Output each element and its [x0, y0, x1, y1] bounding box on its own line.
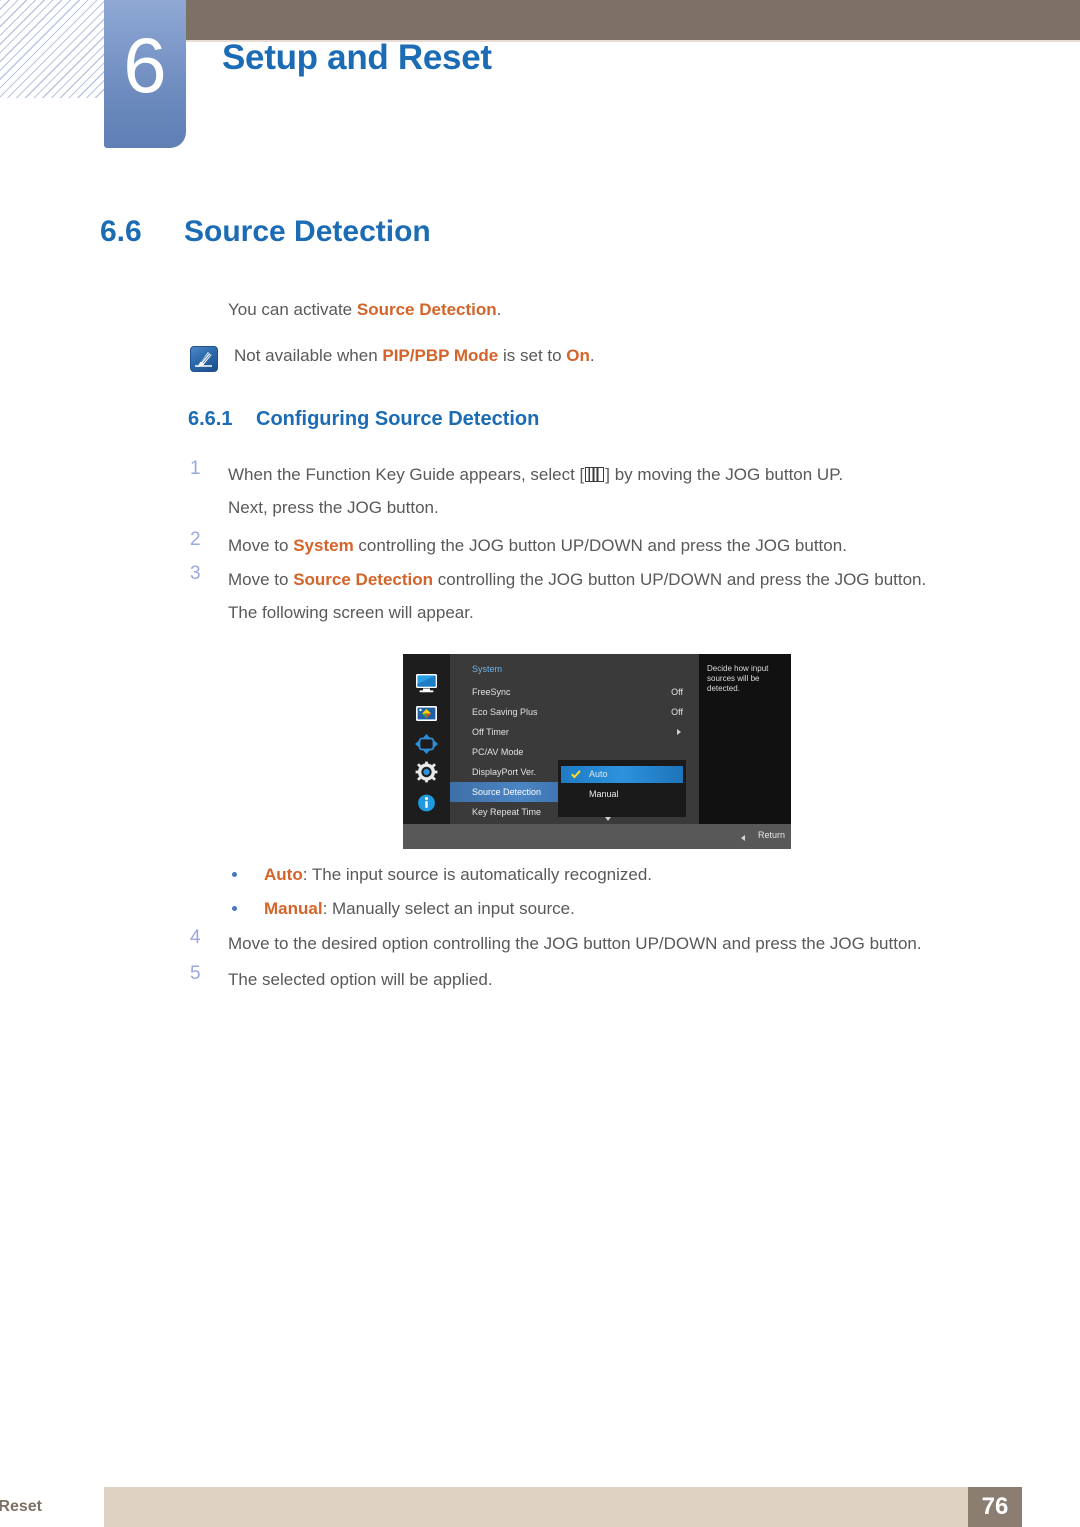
- picture-icon[interactable]: [414, 703, 439, 725]
- step-number: 3: [190, 563, 201, 584]
- section-heading: 6.6 Source Detection: [100, 215, 1000, 249]
- subsection-heading: 6.6.1 Configuring Source Detection: [188, 408, 539, 431]
- list-item: Auto: The input source is automatically …: [232, 863, 992, 887]
- step-item: 4 Move to the desired option controlling…: [190, 927, 990, 960]
- check-icon: [571, 770, 581, 779]
- osd-row-eco-saving-plus[interactable]: Eco Saving Plus Off: [450, 702, 699, 722]
- information-icon[interactable]: [414, 792, 439, 814]
- osd-row-value: Off: [671, 687, 683, 697]
- step2-suffix: controlling the JOG button UP/DOWN and p…: [353, 536, 847, 555]
- step1-prefix: When the Function Key Guide appears, sel…: [228, 465, 585, 484]
- footer-page-box: 76: [968, 1487, 1022, 1527]
- display-icon[interactable]: [414, 672, 439, 694]
- step-item: 1 When the Function Key Guide appears, s…: [190, 458, 990, 524]
- step2-highlight: System: [293, 536, 354, 555]
- osd-row-label: Source Detection: [472, 787, 542, 797]
- bullet-content: Auto: The input source is automatically …: [264, 865, 652, 884]
- osd-row-label: PC/AV Mode: [472, 747, 524, 757]
- osd-help-panel: Decide how input sources will be detecte…: [699, 654, 791, 824]
- osd-row-value: Off: [671, 707, 683, 717]
- note-highlight-pip: PIP/PBP Mode: [382, 346, 499, 365]
- intro-prefix: You can activate: [228, 300, 357, 319]
- system-gear-icon[interactable]: [414, 761, 439, 783]
- step-number: 4: [190, 927, 201, 948]
- note-suffix: .: [589, 346, 595, 365]
- step-item: 3 Move to Source Detection controlling t…: [190, 563, 990, 629]
- chapter-tab: 6: [104, 0, 186, 148]
- chapter-title: Setup and Reset: [222, 38, 492, 77]
- step3-suffix: controlling the JOG button UP/DOWN and p…: [433, 570, 927, 589]
- menu-key-icon: [585, 467, 605, 482]
- step-number: 1: [190, 458, 201, 479]
- osd-submenu-option-manual[interactable]: Manual: [561, 786, 683, 803]
- list-item: Manual: Manually select an input source.: [232, 897, 992, 921]
- osd-submenu-label: Manual: [589, 789, 619, 799]
- step-item: 5 The selected option will be applied.: [190, 963, 990, 996]
- step-number: 5: [190, 963, 201, 984]
- bullet-content: Manual: Manually select an input source.: [264, 899, 575, 918]
- subsection-title: Configuring Source Detection: [256, 408, 540, 430]
- intro-highlight: Source Detection: [356, 300, 497, 319]
- subsection-number: 6.6.1: [188, 408, 233, 430]
- osd-row-label: Off Timer: [472, 727, 509, 737]
- header-hatch-pattern: [0, 0, 112, 98]
- step2-prefix: Move to: [228, 536, 294, 555]
- bullet-dot-icon: [232, 906, 237, 911]
- osd-submenu-label: Auto: [589, 769, 608, 779]
- step-line: Next, press the JOG button.: [228, 498, 439, 517]
- page-header: 6 Setup and Reset: [0, 0, 1080, 160]
- note-text: Not available when PIP/PBP Mode is set t…: [234, 344, 595, 368]
- osd-row-label: DisplayPort Ver.: [472, 767, 537, 777]
- note-pen-icon: [190, 346, 218, 372]
- section-number: 6.6: [100, 215, 142, 248]
- bullet-term: Manual: [264, 899, 323, 918]
- step-body: Move to System controlling the JOG butto…: [228, 529, 990, 562]
- note-middle: is set to: [498, 346, 567, 365]
- step-item: 2 Move to System controlling the JOG but…: [190, 529, 990, 562]
- step-number: 2: [190, 529, 201, 550]
- page-number: 76: [981, 1493, 1009, 1520]
- page-footer-bar: 6 Setup and Reset: [0, 1487, 1022, 1527]
- step-body: Move to the desired option controlling t…: [228, 934, 922, 953]
- chevron-right-icon: [677, 729, 681, 735]
- note-highlight-on: On: [566, 346, 590, 365]
- bullet-dot-icon: [232, 872, 237, 877]
- step-line: Move to Source Detection controlling the…: [228, 563, 990, 596]
- osd-row-label: Key Repeat Time: [472, 807, 542, 817]
- bullet-desc: : The input source is automatically reco…: [302, 865, 653, 884]
- section-title: Source Detection: [184, 215, 431, 248]
- osd-submenu-popup: Auto Manual: [558, 760, 686, 817]
- step-body: The selected option will be applied.: [228, 970, 493, 989]
- intro-suffix: .: [496, 300, 502, 319]
- osd-row-freesync[interactable]: FreeSync Off: [450, 682, 699, 702]
- osd-row-pc-av-mode[interactable]: PC/AV Mode: [450, 742, 699, 762]
- note-prefix: Not available when: [234, 346, 383, 365]
- step3-highlight: Source Detection: [293, 570, 434, 589]
- chapter-number: 6: [123, 21, 167, 109]
- step1-suffix: ] by moving the JOG button UP.: [605, 465, 844, 484]
- osd-row-label: Eco Saving Plus: [472, 707, 538, 717]
- footer-text: 6 Setup and Reset: [0, 1498, 42, 1515]
- osd-return-label[interactable]: Return: [758, 830, 785, 840]
- osd-help-text: Decide how input sources will be detecte…: [707, 664, 769, 693]
- step-body: When the Function Key Guide appears, sel…: [228, 458, 990, 524]
- bullet-desc: : Manually select an input source.: [322, 899, 575, 918]
- pip-icon[interactable]: [414, 733, 439, 755]
- osd-submenu-option-auto[interactable]: Auto: [561, 766, 683, 783]
- step-line: The following screen will appear.: [228, 603, 474, 622]
- osd-screenshot: System FreeSync Off Eco Saving Plus Off …: [403, 654, 791, 849]
- intro-paragraph: You can activate Source Detection.: [228, 298, 988, 322]
- step-line: When the Function Key Guide appears, sel…: [228, 458, 990, 491]
- osd-row-label: FreeSync: [472, 687, 511, 697]
- step-body: Move to Source Detection controlling the…: [228, 563, 990, 629]
- osd-footer-bar: Return: [403, 824, 791, 849]
- osd-menu-title: System: [472, 664, 503, 674]
- step3-prefix: Move to: [228, 570, 294, 589]
- bullet-term: Auto: [264, 865, 303, 884]
- return-arrow-icon: [741, 835, 745, 841]
- osd-row-off-timer[interactable]: Off Timer: [450, 722, 699, 742]
- scroll-down-icon[interactable]: [605, 817, 611, 821]
- header-brown-bar: [186, 0, 1080, 40]
- osd-sidebar: [403, 654, 450, 824]
